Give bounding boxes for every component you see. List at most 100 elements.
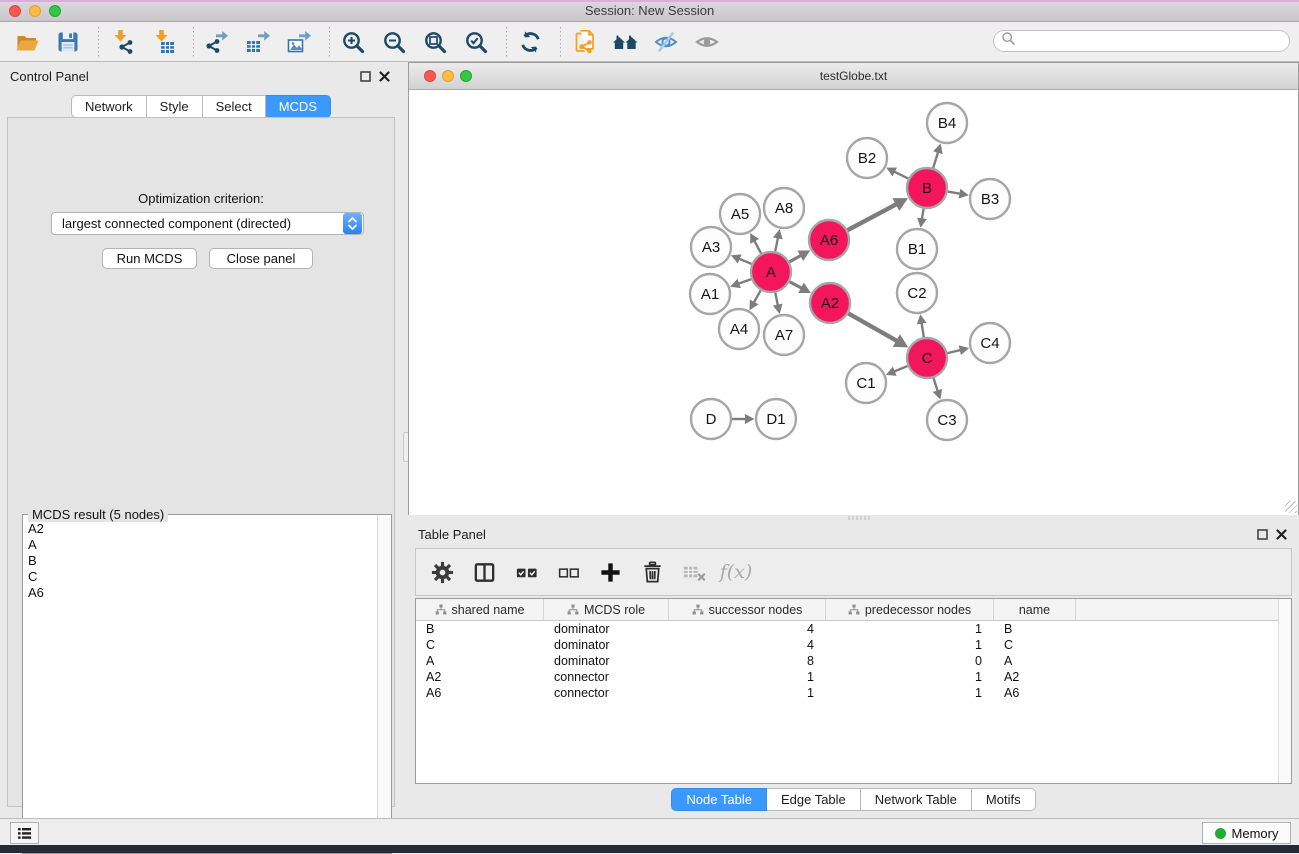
cell-shared-name[interactable]: B (416, 622, 544, 636)
tab-select[interactable]: Select (203, 95, 266, 118)
edge-C-C1[interactable] (894, 366, 908, 372)
tab-motifs[interactable]: Motifs (972, 788, 1036, 811)
cell-successor-nodes[interactable]: 8 (669, 654, 826, 668)
zoom-in-icon[interactable] (339, 28, 367, 56)
mcds-result-list[interactable]: A2ABCA6 (24, 521, 378, 852)
edge-A-A1[interactable] (738, 279, 751, 284)
result-item[interactable]: A2 (28, 521, 378, 537)
column-header-name[interactable]: name (994, 599, 1076, 620)
cell-MCDS-role[interactable]: dominator (544, 654, 669, 668)
refresh-icon[interactable] (516, 28, 544, 56)
cell-name[interactable]: C (994, 638, 1076, 652)
first-neighbors-icon[interactable] (611, 28, 639, 56)
edge-A-A8[interactable] (775, 237, 778, 251)
tab-style[interactable]: Style (147, 95, 203, 118)
cell-MCDS-role[interactable]: dominator (544, 622, 669, 636)
import-table-icon[interactable] (149, 28, 177, 56)
cell-name[interactable]: A2 (994, 670, 1076, 684)
task-history-button[interactable] (10, 822, 39, 844)
column-header-predecessor-nodes[interactable]: predecessor nodes (826, 599, 994, 620)
edge-C-C3[interactable] (933, 378, 937, 391)
zoom-selected-icon[interactable] (462, 28, 490, 56)
export-table-icon[interactable] (244, 28, 272, 56)
edge-A-A6[interactable] (789, 255, 801, 262)
edge-A-A7[interactable] (775, 293, 778, 306)
zoom-fit-icon[interactable] (421, 28, 449, 56)
tab-mcds[interactable]: MCDS (266, 95, 331, 118)
close-panel-icon[interactable] (379, 69, 390, 87)
cell-successor-nodes[interactable]: 4 (669, 638, 826, 652)
cell-MCDS-role[interactable]: connector (544, 686, 669, 700)
search-input[interactable] (1016, 31, 1289, 51)
zoom-out-icon[interactable] (380, 28, 408, 56)
column-header-shared-name[interactable]: shared name (416, 599, 544, 620)
edge-C-C2[interactable] (922, 323, 924, 338)
run-mcds-button[interactable]: Run MCDS (102, 248, 197, 269)
show-all-icon[interactable] (693, 28, 721, 56)
table-row[interactable]: A6connector11A6 (416, 685, 1291, 701)
criterion-dropdown[interactable]: largest connected component (directed) (51, 212, 364, 235)
cell-successor-nodes[interactable]: 1 (669, 686, 826, 700)
edge-B-B4[interactable] (933, 152, 938, 168)
network-graph[interactable]: B4B2BB3A5A8A6B1A3AC2A1A2A4A7C4CC1DD1C3 (409, 90, 1298, 515)
table-scrollbar[interactable] (1278, 599, 1291, 783)
edge-B-B3[interactable] (948, 192, 961, 194)
network-resize-grip[interactable] (1285, 501, 1297, 513)
cell-shared-name[interactable]: A2 (416, 670, 544, 684)
column-header-successor-nodes[interactable]: successor nodes (669, 599, 826, 620)
cell-name[interactable]: A6 (994, 686, 1076, 700)
cell-predecessor-nodes[interactable]: 0 (826, 654, 994, 668)
cell-predecessor-nodes[interactable]: 1 (826, 686, 994, 700)
cell-name[interactable]: B (994, 622, 1076, 636)
delete-columns-icon[interactable] (638, 558, 666, 586)
tab-edge-table[interactable]: Edge Table (767, 788, 861, 811)
search-field[interactable] (993, 30, 1290, 52)
cell-successor-nodes[interactable]: 1 (669, 670, 826, 684)
result-item[interactable]: B (28, 553, 378, 569)
select-all-checkboxes-icon[interactable] (512, 558, 540, 586)
import-network-icon[interactable] (108, 28, 136, 56)
result-scrollbar[interactable] (377, 515, 391, 853)
save-session-icon[interactable] (54, 28, 82, 56)
edge-B-B2[interactable] (894, 171, 908, 178)
export-network-icon[interactable] (203, 28, 231, 56)
edge-A-A2[interactable] (790, 282, 802, 288)
table-row[interactable]: Cdominator41C (416, 637, 1291, 653)
hide-selected-icon[interactable] (652, 28, 680, 56)
cell-MCDS-role[interactable]: dominator (544, 638, 669, 652)
cell-predecessor-nodes[interactable]: 1 (826, 638, 994, 652)
cell-name[interactable]: A (994, 654, 1076, 668)
close-panel-icon[interactable] (1276, 527, 1287, 545)
edge-A2-C[interactable] (848, 313, 897, 341)
edge-A-A4[interactable] (754, 290, 761, 302)
cell-successor-nodes[interactable]: 4 (669, 622, 826, 636)
edge-C-C4[interactable] (947, 350, 960, 353)
cell-shared-name[interactable]: C (416, 638, 544, 652)
network-canvas[interactable]: B4B2BB3A5A8A6B1A3AC2A1A2A4A7C4CC1DD1C3 (409, 90, 1298, 515)
result-item[interactable]: C (28, 569, 378, 585)
deselect-all-checkboxes-icon[interactable] (554, 558, 582, 586)
export-image-icon[interactable] (285, 28, 313, 56)
table-row[interactable]: Adominator80A (416, 653, 1291, 669)
cell-predecessor-nodes[interactable]: 1 (826, 670, 994, 684)
cell-predecessor-nodes[interactable]: 1 (826, 622, 994, 636)
table-row[interactable]: Bdominator41B (416, 621, 1291, 637)
open-file-icon[interactable] (13, 28, 41, 56)
edge-A6-B[interactable] (848, 204, 897, 230)
result-item[interactable]: A (28, 537, 378, 553)
network-window-titlebar[interactable]: testGlobe.txt (409, 63, 1298, 90)
edge-A-A5[interactable] (754, 240, 761, 253)
tab-node-table[interactable]: Node Table (671, 788, 767, 811)
close-panel-button[interactable]: Close panel (209, 248, 313, 269)
float-panel-icon[interactable] (1257, 527, 1268, 545)
result-item[interactable]: A6 (28, 585, 378, 601)
tab-network-table[interactable]: Network Table (861, 788, 972, 811)
column-header-MCDS-role[interactable]: MCDS role (544, 599, 669, 620)
memory-button[interactable]: Memory (1202, 822, 1291, 844)
tab-network[interactable]: Network (71, 95, 147, 118)
table-options-gear-icon[interactable] (428, 558, 456, 586)
cell-shared-name[interactable]: A6 (416, 686, 544, 700)
new-network-from-selection-icon[interactable] (570, 28, 598, 56)
show-columns-icon[interactable] (470, 558, 498, 586)
cell-shared-name[interactable]: A (416, 654, 544, 668)
